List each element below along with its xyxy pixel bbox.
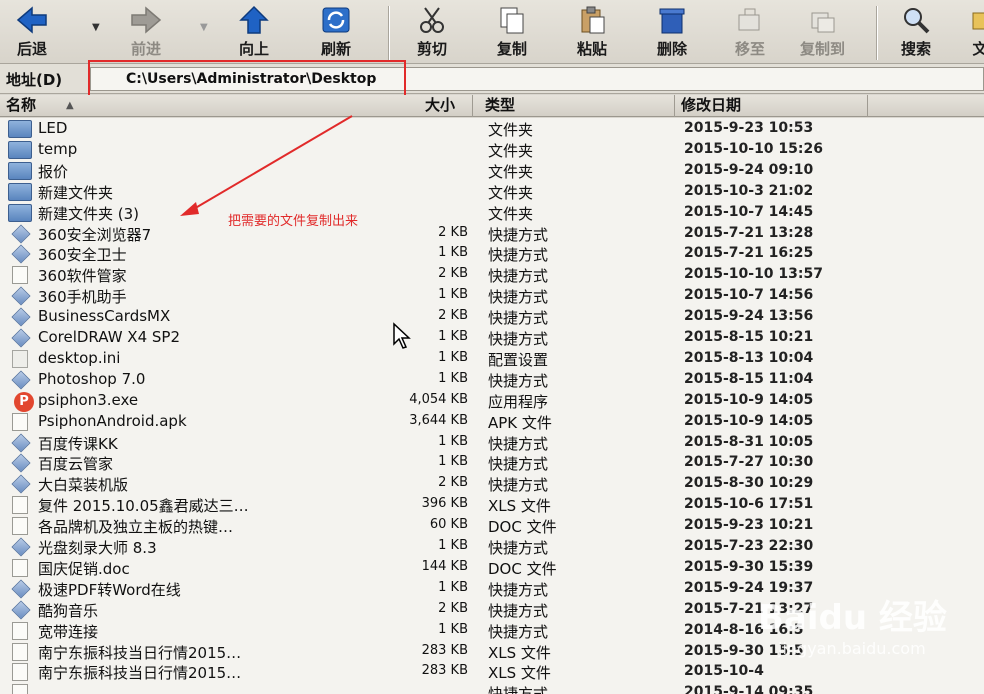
mouse-cursor-icon [392, 322, 414, 354]
watermark-logo-text: Baidu 经验 [758, 598, 947, 638]
baidu-watermark: Baidu 经验 jingyan.baidu.com [758, 590, 947, 658]
watermark-url: jingyan.baidu.com [778, 639, 926, 658]
annotation-text: 把需要的文件复制出来 [228, 214, 359, 229]
